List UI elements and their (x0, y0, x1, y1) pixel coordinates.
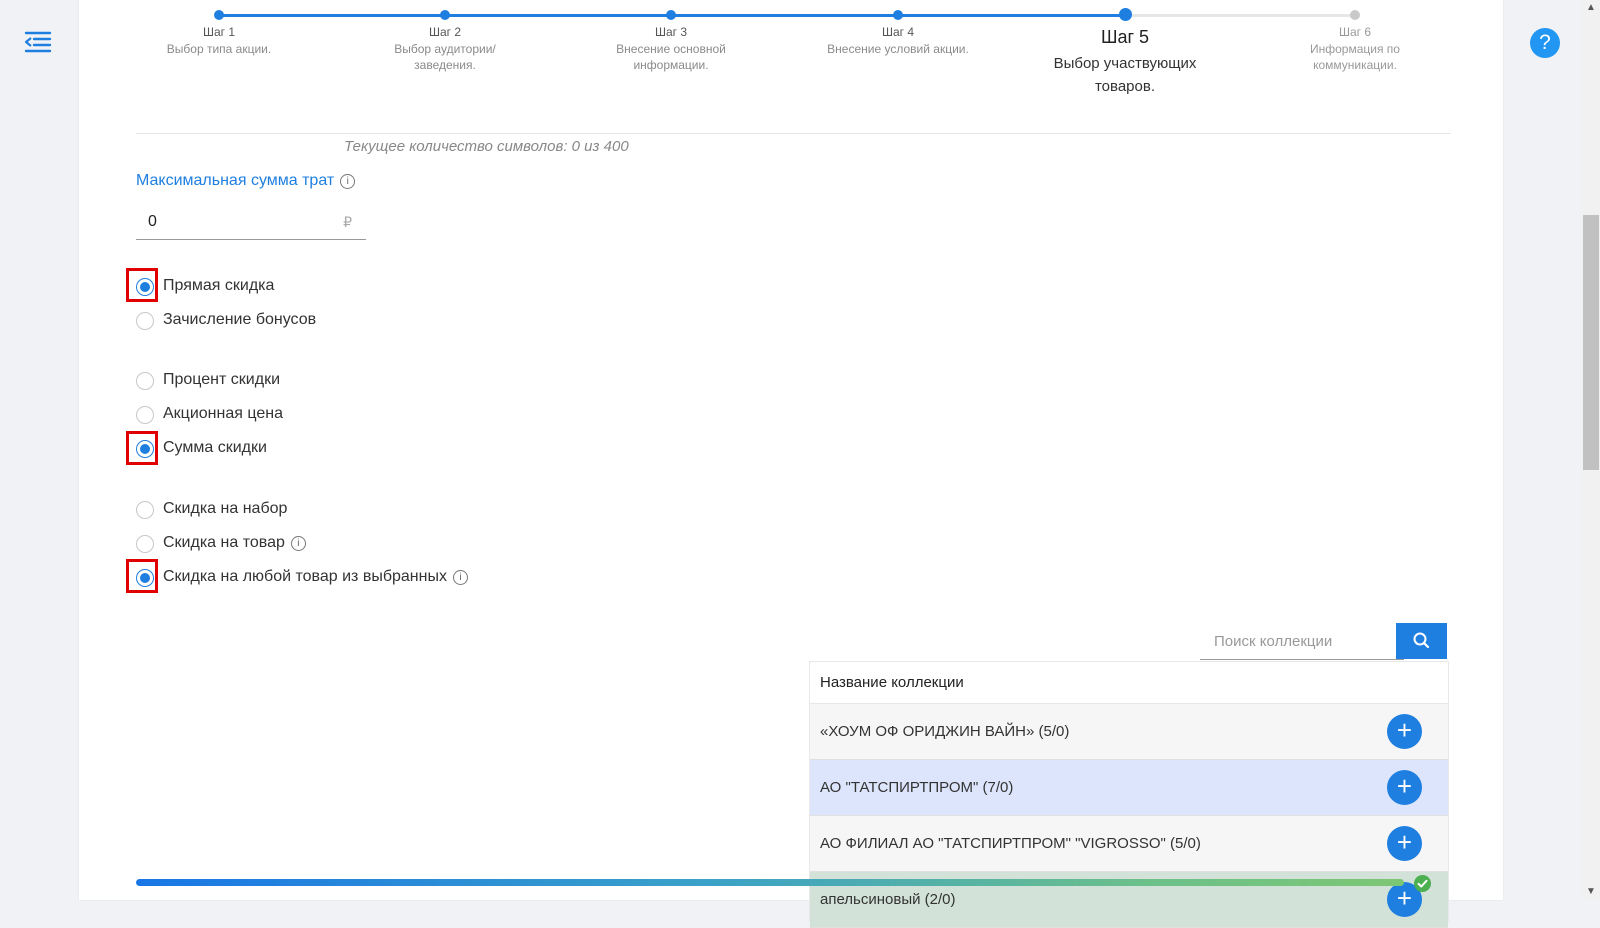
stepper-divider (136, 133, 1451, 134)
step-4[interactable]: Шаг 4 Внесение условий акции. (798, 0, 998, 57)
radio-label: Акционная цена (163, 405, 283, 422)
help-icon[interactable]: ? (1530, 28, 1560, 58)
collections-table-header: Название коллекции (810, 662, 1448, 704)
step-title: Шаг 2 (428, 25, 462, 39)
table-row[interactable]: АО ФИЛИАЛ АО "ТАТСПИРТПРОМ" "VIGROSSO" (… (810, 816, 1448, 872)
step-desc: Внесение основной информации. (616, 42, 726, 72)
wizard-progress-bar (136, 879, 1404, 886)
max-spend-label-text: Максимальная сумма трат (136, 172, 335, 189)
radio-circle[interactable] (136, 569, 154, 587)
step-desc: Внесение условий акции. (827, 42, 969, 56)
collection-name: АО ФИЛИАЛ АО "ТАТСПИРТПРОМ" "VIGROSSO" (… (820, 835, 1201, 852)
step-desc: Выбор типа акции. (166, 42, 272, 56)
radio-circle[interactable] (136, 278, 154, 296)
collection-name: АО "ТАТСПИРТПРОМ" (7/0) (820, 779, 1014, 796)
step-title: Шаг 1 (202, 25, 236, 39)
step-desc: Информация по коммуникации. (1310, 42, 1400, 72)
radio-label: Прямая скидка (163, 277, 275, 294)
max-spend-label: Максимальная сумма трат i (136, 172, 356, 190)
radio-label: Сумма скидки (163, 439, 267, 456)
step-dot (214, 10, 224, 20)
radio-circle[interactable] (136, 372, 154, 390)
left-gutter (0, 0, 79, 900)
step-dot (1350, 10, 1360, 20)
menu-collapse-icon[interactable] (22, 28, 52, 56)
max-spend-field[interactable]: ₽ (136, 206, 366, 240)
step-title: Шаг 3 (654, 25, 688, 39)
currency-symbol: ₽ (343, 214, 352, 230)
radio-circle[interactable] (136, 440, 154, 458)
collection-search-input[interactable] (1200, 623, 1404, 660)
radio-label: Процент скидки (163, 371, 280, 388)
radio-label: Скидка на товар i (163, 534, 306, 552)
search-icon (1413, 632, 1430, 649)
info-icon[interactable]: i (340, 174, 356, 189)
table-row[interactable]: АО "ТАТСПИРТПРОМ" (7/0) + (810, 760, 1448, 816)
step-dot (893, 10, 903, 20)
char-counter: Текущее количество символов: 0 из 400 (344, 138, 629, 155)
plus-icon[interactable]: + (1387, 826, 1422, 861)
scrollbar-thumb[interactable] (1583, 215, 1599, 470)
step-2[interactable]: Шаг 2 Выбор аудитории/заведения. (345, 0, 545, 73)
step-desc: Выбор участвующих товаров. (1053, 55, 1197, 95)
step-dot (666, 10, 676, 20)
radio-circle[interactable] (136, 312, 154, 330)
scroll-down-arrow-icon[interactable]: ▼ (1582, 884, 1600, 900)
scroll-up-arrow-icon[interactable]: ▲ (1582, 0, 1600, 16)
collection-search (1200, 623, 1448, 660)
collection-name: «ХОУМ ОФ ОРИДЖИН ВАЙН» (5/0) (820, 723, 1070, 740)
step-dot (440, 10, 450, 20)
radio-label-text: Скидка на любой товар из выбранных (163, 568, 447, 585)
radio-label: Скидка на любой товар из выбранных i (163, 568, 468, 586)
step-desc: Выбор аудитории/заведения. (394, 42, 496, 72)
page-scrollbar[interactable]: ▲ ▼ (1582, 0, 1600, 900)
radio-label: Скидка на набор (163, 500, 288, 517)
step-title: Шаг 4 (881, 25, 915, 39)
step-dot (1118, 8, 1132, 21)
info-icon[interactable]: i (290, 536, 306, 551)
plus-icon[interactable]: + (1387, 770, 1422, 805)
step-1[interactable]: Шаг 1 Выбор типа акции. (119, 0, 319, 57)
radio-circle[interactable] (136, 535, 154, 553)
radio-label: Зачисление бонусов (163, 311, 317, 328)
radio-circle[interactable] (136, 406, 154, 424)
search-button[interactable] (1396, 623, 1447, 659)
max-spend-input[interactable] (136, 206, 340, 238)
check-icon (1414, 875, 1431, 892)
table-row[interactable]: «ХОУМ ОФ ОРИДЖИН ВАЙН» (5/0) + (810, 704, 1448, 760)
wizard-stepper: Шаг 1 Выбор типа акции. Шаг 2 Выбор ауди… (135, 0, 1451, 125)
step-title: Шаг 5 (1100, 27, 1150, 47)
step-5[interactable]: Шаг 5 Выбор участвующих товаров. (1025, 0, 1225, 98)
step-6[interactable]: Шаг 6 Информация по коммуникации. (1255, 0, 1455, 73)
radio-circle[interactable] (136, 501, 154, 519)
plus-icon[interactable]: + (1387, 714, 1422, 749)
info-icon[interactable]: i (452, 570, 468, 585)
radio-label-text: Скидка на товар (163, 534, 285, 551)
step-3[interactable]: Шаг 3 Внесение основной информации. (571, 0, 771, 73)
step-title: Шаг 6 (1338, 25, 1372, 39)
